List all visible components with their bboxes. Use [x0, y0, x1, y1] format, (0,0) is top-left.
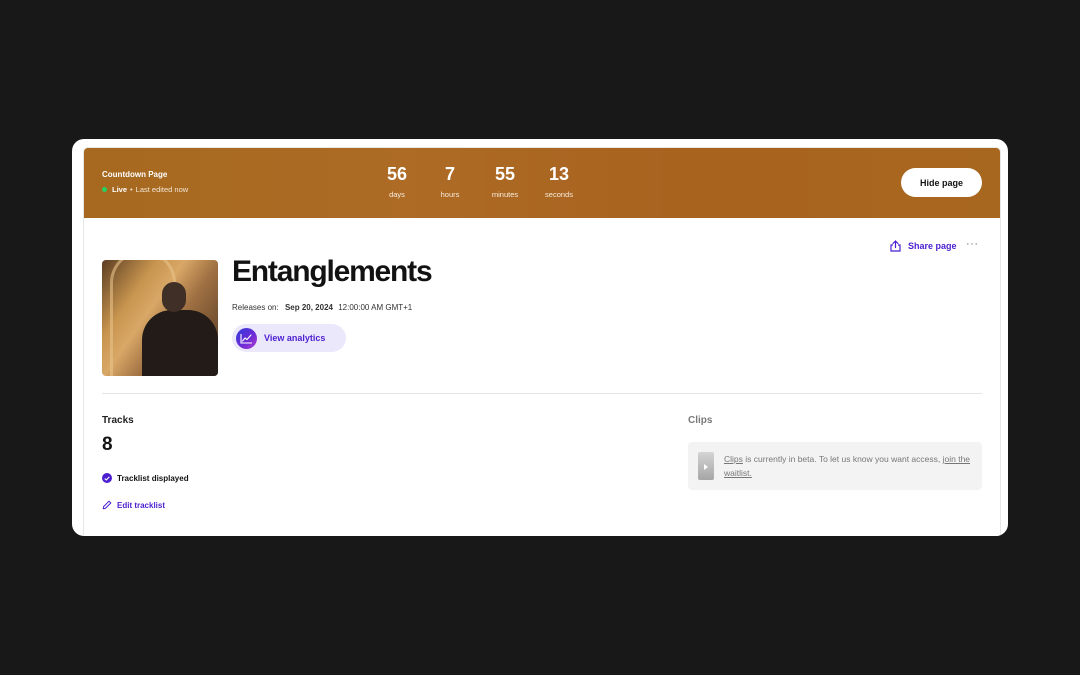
- countdown-days: 56 days: [385, 163, 409, 199]
- release-time: 12:00:00 AM GMT+1: [338, 303, 413, 312]
- clips-heading: Clips: [688, 415, 713, 426]
- countdown-minutes: 55 minutes: [487, 163, 523, 199]
- share-page-button[interactable]: Share page: [890, 240, 957, 252]
- clips-link[interactable]: Clips: [724, 454, 743, 464]
- countdown-days-unit: days: [389, 190, 405, 199]
- analytics-chart-icon: [236, 327, 257, 349]
- countdown-seconds-value: 13: [548, 164, 570, 184]
- status-edited: Last edited now: [135, 185, 189, 194]
- countdown-hours-value: 7: [444, 164, 455, 184]
- release-date-line: Releases on: Sep 20, 2024 12:00:00 AM GM…: [232, 303, 412, 312]
- countdown-card: Countdown Page Live • Last edited now 56…: [84, 148, 1000, 536]
- share-icon: [890, 240, 901, 252]
- banner-status: Live • Last edited now: [102, 185, 188, 194]
- countdown-hours-unit: hours: [440, 190, 460, 199]
- banner-title: Countdown Page: [102, 170, 168, 179]
- clips-beta-text: Clips is currently in beta. To let us kn…: [724, 452, 974, 480]
- tracks-heading: Tracks: [102, 415, 134, 426]
- status-live: Live: [112, 185, 128, 194]
- cover-figure-torso: [142, 310, 218, 376]
- status-separator: •: [130, 185, 133, 194]
- album-cover: [102, 260, 218, 376]
- countdown-seconds-unit: seconds: [545, 190, 573, 199]
- view-analytics-button[interactable]: View analytics: [232, 324, 346, 352]
- countdown-days-value: 56: [386, 164, 408, 184]
- live-dot-icon: [102, 187, 107, 192]
- pencil-icon: [102, 500, 112, 510]
- tracks-count: 8: [102, 434, 113, 455]
- section-divider: [102, 393, 982, 394]
- tracklist-status-label: Tracklist displayed: [117, 473, 189, 483]
- countdown-minutes-value: 55: [494, 164, 516, 184]
- edit-tracklist-link[interactable]: Edit tracklist: [102, 500, 165, 510]
- clips-beta-message: is currently in beta. To let us know you…: [742, 454, 943, 464]
- view-analytics-label: View analytics: [264, 333, 326, 343]
- clips-beta-notice: Clips is currently in beta. To let us kn…: [688, 442, 982, 490]
- releases-label: Releases on:: [232, 303, 279, 312]
- countdown-seconds: 13 seconds: [540, 163, 578, 199]
- countdown-hours: 7 hours: [437, 163, 463, 199]
- page-frame: Countdown Page Live • Last edited now 56…: [72, 139, 1008, 536]
- clip-thumbnail-icon: [698, 452, 714, 480]
- share-page-label: Share page: [908, 241, 957, 251]
- countdown-minutes-unit: minutes: [491, 190, 519, 199]
- cover-figure-head: [162, 282, 186, 312]
- check-icon: [102, 473, 112, 483]
- release-title: Entanglements: [232, 255, 433, 288]
- tracklist-status: Tracklist displayed: [102, 473, 189, 483]
- more-options-icon[interactable]: ···: [966, 238, 979, 250]
- edit-tracklist-label: Edit tracklist: [117, 500, 166, 510]
- countdown-banner: Countdown Page Live • Last edited now 56…: [84, 148, 1000, 218]
- release-date: Sep 20, 2024: [284, 303, 333, 312]
- hide-page-button[interactable]: Hide page: [901, 168, 982, 197]
